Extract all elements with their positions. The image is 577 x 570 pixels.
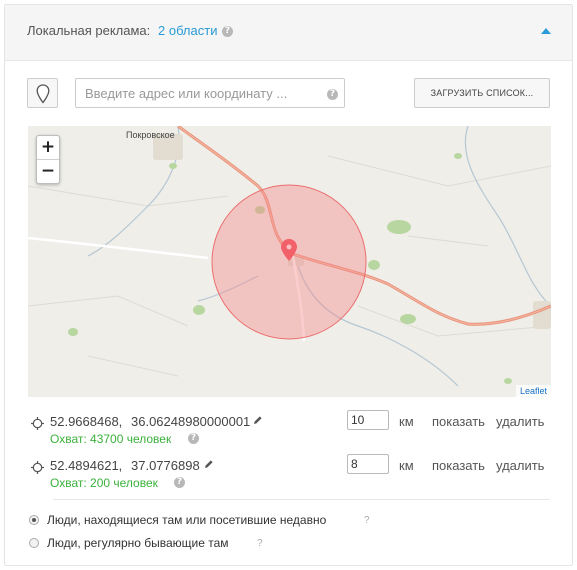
help-icon[interactable]: ? — [222, 26, 233, 37]
help-icon[interactable]: ? — [257, 538, 263, 549]
radius-unit: км — [399, 414, 414, 429]
location-longitude: 37.0776898 — [131, 458, 200, 473]
crosshair-icon[interactable] — [31, 461, 44, 474]
upload-list-button[interactable]: ЗАГРУЗИТЬ СПИСОК... — [414, 78, 550, 108]
map-view[interactable]: + − Покровское Leaflet — [28, 126, 551, 397]
radio-button[interactable] — [29, 515, 39, 525]
reach-help-icon[interactable]: ? — [188, 433, 199, 444]
show-location-link[interactable]: показать — [432, 414, 485, 429]
audience-option-label[interactable]: Люди, находящиеся там или посетившие нед… — [47, 513, 326, 527]
map-tiles — [28, 126, 551, 397]
zoom-out-button[interactable]: − — [37, 160, 59, 183]
address-search: ? — [75, 78, 345, 108]
pencil-icon[interactable] — [253, 415, 263, 425]
map-pin-icon — [36, 84, 50, 104]
audience-option-label[interactable]: Люди, регулярно бывающие там — [47, 536, 229, 550]
delete-location-link[interactable]: удалить — [496, 458, 544, 473]
radio-button[interactable] — [29, 538, 39, 548]
radius-input[interactable] — [347, 410, 389, 430]
local-ads-panel: Локальная реклама: 2 области ? ? ЗАГРУЗИ… — [4, 4, 573, 566]
location-latitude: 52.4894621, — [50, 458, 123, 473]
search-help-icon[interactable]: ? — [327, 89, 338, 100]
map-attribution-link[interactable]: Leaflet — [515, 385, 551, 397]
panel-title: Локальная реклама: — [27, 23, 151, 38]
location-row: 52.9668468, 36.06248980000001 Охват: 437… — [28, 410, 551, 453]
reach-text: Охват: 200 человек — [50, 476, 158, 490]
divider — [53, 499, 550, 500]
zoom-in-button[interactable]: + — [37, 136, 59, 160]
crosshair-icon[interactable] — [31, 417, 44, 430]
map-place-label: Покровское — [126, 130, 175, 140]
radius-unit: км — [399, 458, 414, 473]
search-input[interactable] — [85, 85, 315, 101]
chevron-up-icon[interactable] — [541, 28, 551, 34]
location-longitude: 36.06248980000001 — [131, 414, 251, 429]
help-icon[interactable]: ? — [364, 515, 370, 526]
location-latitude: 52.9668468, — [50, 414, 123, 429]
location-row: 52.4894621, 37.0776898 Охват: 200 челове… — [28, 454, 551, 497]
drop-pin-button[interactable] — [27, 78, 58, 108]
radius-circle — [211, 184, 367, 340]
regions-link[interactable]: 2 области — [158, 23, 217, 38]
delete-location-link[interactable]: удалить — [496, 414, 544, 429]
panel-header[interactable]: Локальная реклама: 2 области ? — [5, 5, 572, 61]
show-location-link[interactable]: показать — [432, 458, 485, 473]
radius-input[interactable] — [347, 454, 389, 474]
reach-text: Охват: 43700 человек — [50, 432, 172, 446]
reach-help-icon[interactable]: ? — [174, 477, 185, 488]
pencil-icon[interactable] — [204, 459, 214, 469]
zoom-control: + − — [36, 135, 60, 184]
